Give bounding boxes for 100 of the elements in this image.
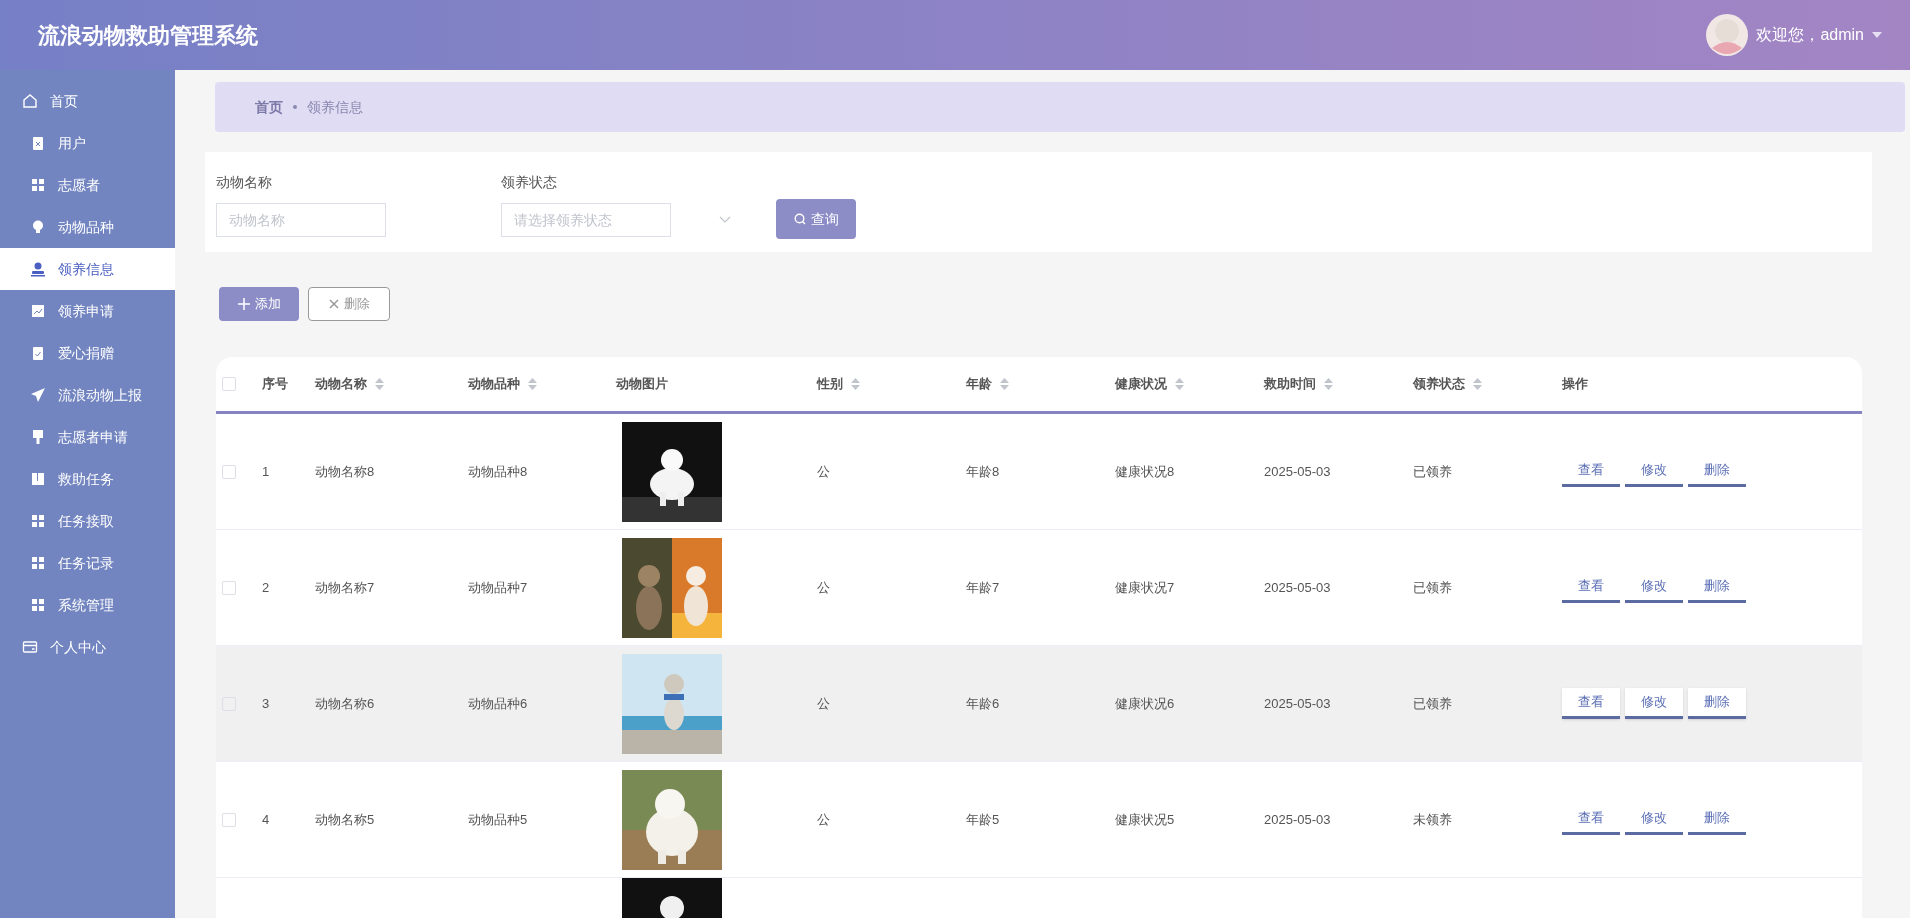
caret-icon[interactable] [1872, 31, 1882, 39]
column-header[interactable]: 健康状况 [1115, 374, 1184, 394]
table-cell-text: 2 [262, 578, 271, 597]
sidebar-item[interactable]: 任务接取 [0, 500, 175, 542]
paper-plane-icon [30, 387, 46, 403]
sidebar-item[interactable]: 首页 [0, 80, 175, 122]
table-cell-text: 1 [262, 462, 271, 481]
chevron-down-icon[interactable] [719, 216, 731, 224]
table-cell-text: 3 [262, 694, 271, 713]
row-action-button[interactable]: 查看 [1562, 456, 1620, 487]
sidebar-item[interactable]: 流浪动物上报 [0, 374, 175, 416]
column-header[interactable]: 年龄 [966, 374, 1009, 394]
row-checkbox[interactable] [222, 464, 236, 479]
column-header[interactable]: 性别 [817, 374, 860, 394]
row-action-button[interactable]: 修改 [1625, 456, 1683, 487]
row-action-button[interactable]: 删除 [1688, 456, 1746, 487]
sidebar-item[interactable]: 救助任务 [0, 458, 175, 500]
sidebar-item[interactable]: 动物品种 [0, 206, 175, 248]
column-header[interactable]: 领养状态 [1413, 374, 1482, 394]
column-header: 序号 [262, 375, 288, 394]
table-row[interactable]: 3 动物名称6 动物品种6 公 年龄6 健康状况6 2025-05-03 已领养 查看 修改 删除 [216, 646, 1862, 762]
breadcrumb-link[interactable]: 领养信息 [307, 96, 363, 118]
table-cell-text: 健康状况7 [1115, 578, 1176, 597]
table-cell-text: 动物品种8 [468, 462, 529, 481]
sidebar-item[interactable]: 系统管理 [0, 584, 175, 626]
clipboard-check-icon [30, 345, 46, 361]
table-cell-text: 年龄5 [966, 810, 1001, 829]
avatar [1706, 14, 1749, 56]
chart-icon [30, 303, 46, 319]
add-button[interactable]: 添加 [219, 287, 299, 321]
table-cell-text: 公 [817, 810, 831, 829]
row-checkbox[interactable] [222, 580, 236, 595]
table-cell-text: 2025-05-03 [1264, 694, 1332, 713]
plus-icon [237, 298, 250, 310]
table-cell-text: 2025-05-03 [1264, 578, 1332, 597]
sort-icon[interactable] [1175, 378, 1184, 390]
sidebar-item[interactable]: 领养申请 [0, 290, 175, 332]
row-action-button[interactable]: 查看 [1562, 804, 1620, 835]
row-action-button[interactable]: 修改 [1625, 572, 1683, 603]
search-button[interactable]: 查询 [776, 199, 856, 239]
brush-icon [30, 429, 46, 445]
bulb-icon [30, 219, 46, 235]
table-cell-text: 动物品种5 [468, 810, 529, 829]
status-select[interactable]: 请选择领养状态 [501, 203, 671, 237]
column-header[interactable]: 动物名称 [315, 374, 384, 394]
close-icon [328, 299, 339, 309]
table-cell-text: 年龄8 [966, 462, 1001, 481]
sort-icon[interactable] [1000, 378, 1009, 390]
card-icon [22, 639, 38, 655]
app-title: 流浪动物救助管理系统 [38, 21, 258, 50]
user-icon [30, 261, 46, 277]
sidebar-item[interactable]: 任务记录 [0, 542, 175, 584]
home-icon [22, 93, 38, 109]
table-cell-text: 公 [817, 462, 831, 481]
filter-label: 动物名称 [216, 173, 273, 192]
select-all-checkbox[interactable] [222, 377, 236, 391]
breadcrumb-link[interactable]: 首页 [255, 96, 283, 118]
row-action-button[interactable]: 修改 [1625, 688, 1683, 719]
table-cell-text: 动物品种7 [468, 578, 529, 597]
sort-icon[interactable] [375, 378, 384, 390]
table-cell-text: 动物名称8 [315, 462, 376, 481]
sort-icon[interactable] [851, 378, 860, 390]
sidebar-item[interactable]: 用户 [0, 122, 175, 164]
table-cell-text: 年龄6 [966, 694, 1001, 713]
sidebar-item[interactable]: 志愿者 [0, 164, 175, 206]
row-action-button[interactable]: 删除 [1688, 572, 1746, 603]
grid-icon [30, 177, 46, 193]
row-action-button[interactable]: 删除 [1688, 688, 1746, 719]
column-header[interactable]: 动物品种 [468, 374, 537, 394]
sidebar-item[interactable]: 志愿者申请 [0, 416, 175, 458]
row-action-button[interactable]: 查看 [1562, 572, 1620, 603]
grid-icon [30, 555, 46, 571]
sidebar-item[interactable]: 爱心捐赠 [0, 332, 175, 374]
sort-icon[interactable] [528, 378, 537, 390]
table-cell-text: 动物品种6 [468, 694, 529, 713]
table-cell-text: 动物名称6 [315, 694, 376, 713]
table-cell-text: 已领养 [1413, 694, 1453, 713]
table-cell-text: 未领养 [1413, 810, 1453, 829]
table-cell-text: 健康状况8 [1115, 462, 1176, 481]
clipboard-icon [30, 135, 46, 151]
sidebar-item[interactable]: 领养信息 [0, 248, 175, 290]
row-action-button[interactable]: 查看 [1562, 688, 1620, 719]
table-cell-text: 已领养 [1413, 462, 1453, 481]
grid-icon [30, 513, 46, 529]
sidebar-item[interactable]: 个人中心 [0, 626, 175, 668]
sort-icon[interactable] [1324, 378, 1333, 390]
row-checkbox[interactable] [222, 812, 236, 827]
row-action-button[interactable]: 删除 [1688, 804, 1746, 835]
row-action-button[interactable]: 修改 [1625, 804, 1683, 835]
table-cell-text: 健康状况5 [1115, 810, 1176, 829]
sort-icon[interactable] [1473, 378, 1482, 390]
welcome-text[interactable]: 欢迎您，admin [1756, 23, 1864, 47]
table-cell-text: 公 [817, 578, 831, 597]
column-header[interactable]: 救助时间 [1264, 374, 1333, 394]
table-cell-text: 公 [817, 694, 831, 713]
name-field[interactable]: 动物名称 [216, 203, 386, 237]
grid-icon [30, 597, 46, 613]
delete-button[interactable]: 删除 [308, 287, 390, 321]
table-cell-text: 健康状况6 [1115, 694, 1176, 713]
book-icon [30, 471, 46, 487]
